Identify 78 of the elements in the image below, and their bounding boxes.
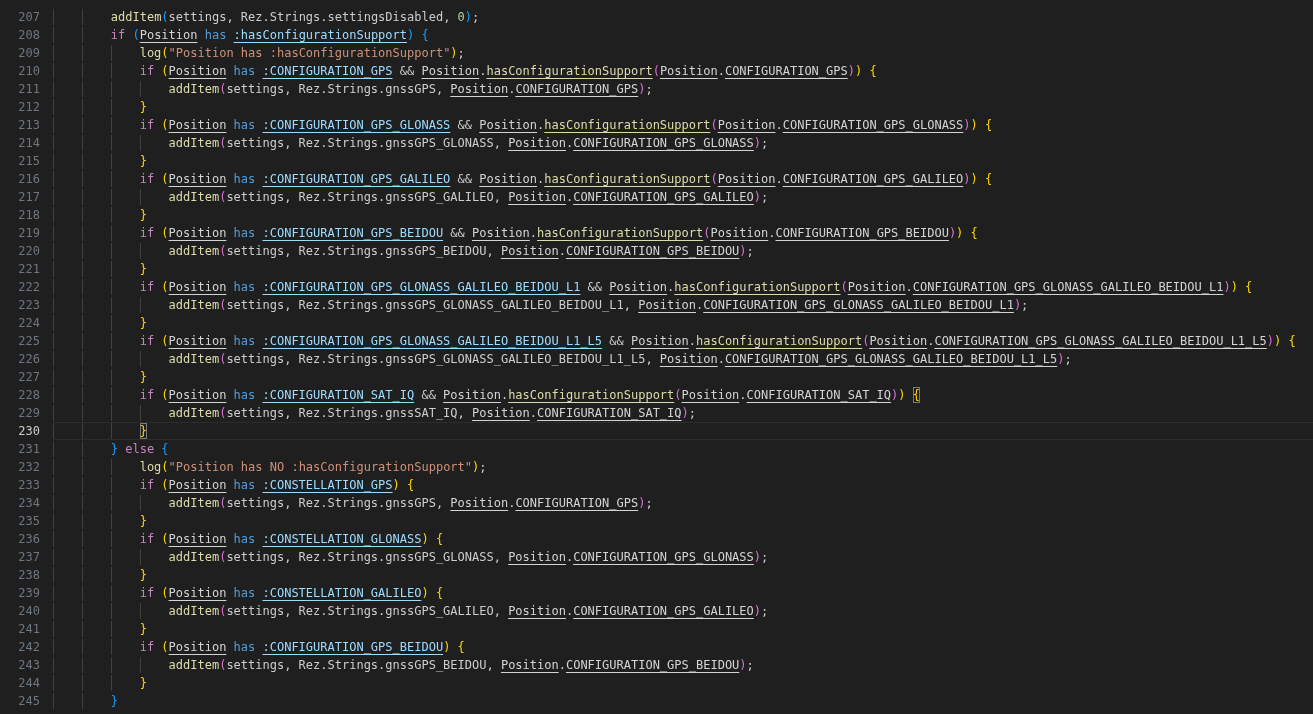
line-number: 214 [17,135,40,152]
line-number: 208 [17,27,40,44]
code-line: log("Position has NO :hasConfigurationSupport"); [53,458,1313,476]
line-number: 245 [17,693,40,710]
line-number: 218 [17,207,40,224]
line-number: 244 [17,675,40,692]
code-line: addItem(settings, Rez.Strings.gnssGPS_GLONASS_GALILEO_BEIDOU_L1, Position.CONFIGURATION_GPS_GLONASS_GALILEO_BEIDOU_L1); [53,296,1313,314]
line-number: 223 [17,297,40,314]
code-line: } [53,674,1313,692]
line-number: 224 [17,315,40,332]
line-number: 239 [17,585,40,602]
line-number: 227 [17,369,40,386]
code-line: log("Position has :hasConfigurationSupport"); [53,44,1313,62]
code-line: } [53,314,1313,332]
line-number: 242 [17,639,40,656]
code-line: if (Position has :CONFIGURATION_GPS_BEIDOU && Position.hasConfigurationSupport(Position.CONFIGURATION_GPS_BEIDOU)) { [53,224,1313,242]
line-number: 241 [17,621,40,638]
line-number: 238 [17,567,40,584]
code-line: if (Position has :CONSTELLATION_GPS) { [53,476,1313,494]
code-line: if (Position has :hasConfigurationSupport) { [53,26,1313,44]
code-line: addItem(settings, Rez.Strings.settingsDisabled, 0); [53,8,1313,26]
code-line: addItem(settings, Rez.Strings.gnssGPS, Position.CONFIGURATION_GPS); [53,80,1313,98]
line-number: 232 [17,459,40,476]
code-line: addItem(settings, Rez.Strings.gnssGPS_GALILEO, Position.CONFIGURATION_GPS_GALILEO); [53,188,1313,206]
line-number: 213 [17,117,40,134]
code-line: } else { [53,440,1313,458]
code-line: addItem(settings, Rez.Strings.gnssGPS_GLONASS_GALILEO_BEIDOU_L1_L5, Position.CONFIGURATION_GPS_GLONASS_GALILEO_BEIDOU_L1_L5); [53,350,1313,368]
line-number: 219 [17,225,40,242]
line-number: 210 [17,63,40,80]
line-number: 212 [17,99,40,116]
code-line: } [53,260,1313,278]
line-number: 220 [17,243,40,260]
code-line: } [53,206,1313,224]
line-number: 216 [17,171,40,188]
code-line: } [53,422,1313,440]
line-number: 217 [17,189,40,206]
line-number: 226 [17,351,40,368]
line-number: 230 [17,423,40,440]
line-number: 211 [17,81,40,98]
line-number: 209 [17,45,40,62]
code-line: } [53,692,1313,710]
code-line: if (Position has :CONFIGURATION_GPS_GLONASS_GALILEO_BEIDOU_L1 && Position.hasConfigurationSupport(Position.CONFIGURATION_GPS_GLONASS_GALILEO_BEIDOU_L1)) { [53,278,1313,296]
code-line: if (Position has :CONFIGURATION_GPS && Position.hasConfigurationSupport(Position.CONFIGURATION_GPS)) { [53,62,1313,80]
code-line: addItem(settings, Rez.Strings.gnssGPS, Position.CONFIGURATION_GPS); [53,494,1313,512]
code-line: } [53,620,1313,638]
code-line: addItem(settings, Rez.Strings.gnssGPS_BEIDOU, Position.CONFIGURATION_GPS_BEIDOU); [53,656,1313,674]
code-line: } [53,368,1313,386]
line-number: 229 [17,405,40,422]
code-line: if (Position has :CONFIGURATION_GPS_GLONASS && Position.hasConfigurationSupport(Position.CONFIGURATION_GPS_GLONASS)) { [53,116,1313,134]
code-line: addItem(settings, Rez.Strings.gnssGPS_GLONASS, Position.CONFIGURATION_GPS_GLONASS); [53,548,1313,566]
line-number: 222 [17,279,40,296]
code-line: if (Position has :CONFIGURATION_GPS_GALILEO && Position.hasConfigurationSupport(Position.CONFIGURATION_GPS_GALILEO)) { [53,170,1313,188]
code-line: if (Position has :CONFIGURATION_SAT_IQ && Position.hasConfigurationSupport(Position.CONFIGURATION_SAT_IQ)) { [53,386,1313,404]
line-number: 228 [17,387,40,404]
line-number: 240 [17,603,40,620]
code-line: } [53,98,1313,116]
code-line: addItem(settings, Rez.Strings.gnssGPS_GALILEO, Position.CONFIGURATION_GPS_GALILEO); [53,602,1313,620]
code-line: } [53,512,1313,530]
code-line: if (Position has :CONSTELLATION_GLONASS) { [53,530,1313,548]
line-number: 225 [17,333,40,350]
code-line: if (Position has :CONFIGURATION_GPS_GLONASS_GALILEO_BEIDOU_L1_L5 && Position.hasConfigurationSupport(Position.CONFIGURATION_GPS_GLONASS_GALILEO_BEIDOU_L1_L5)) { [53,332,1313,350]
line-number: 234 [17,495,40,512]
line-number: 231 [17,441,40,458]
code-line: addItem(settings, Rez.Strings.gnssGPS_GLONASS, Position.CONFIGURATION_GPS_GLONASS); [53,134,1313,152]
line-number: 236 [17,531,40,548]
line-number: 233 [17,477,40,494]
code-line: if (Position has :CONFIGURATION_GPS_BEIDOU) { [53,638,1313,656]
code-line: } [53,152,1313,170]
code-line: if (Position has :CONSTELLATION_GALILEO) { [53,584,1313,602]
line-number: 235 [17,513,40,530]
line-number: 207 [17,9,40,26]
line-number: 215 [17,153,40,170]
line-number: 237 [17,549,40,566]
line-number: 243 [17,657,40,674]
line-number: 221 [17,261,40,278]
code-line: addItem(settings, Rez.Strings.gnssSAT_IQ, Position.CONFIGURATION_SAT_IQ); [53,404,1313,422]
code-line: } [53,566,1313,584]
code-line: addItem(settings, Rez.Strings.gnssGPS_BEIDOU, Position.CONFIGURATION_GPS_BEIDOU); [53,242,1313,260]
